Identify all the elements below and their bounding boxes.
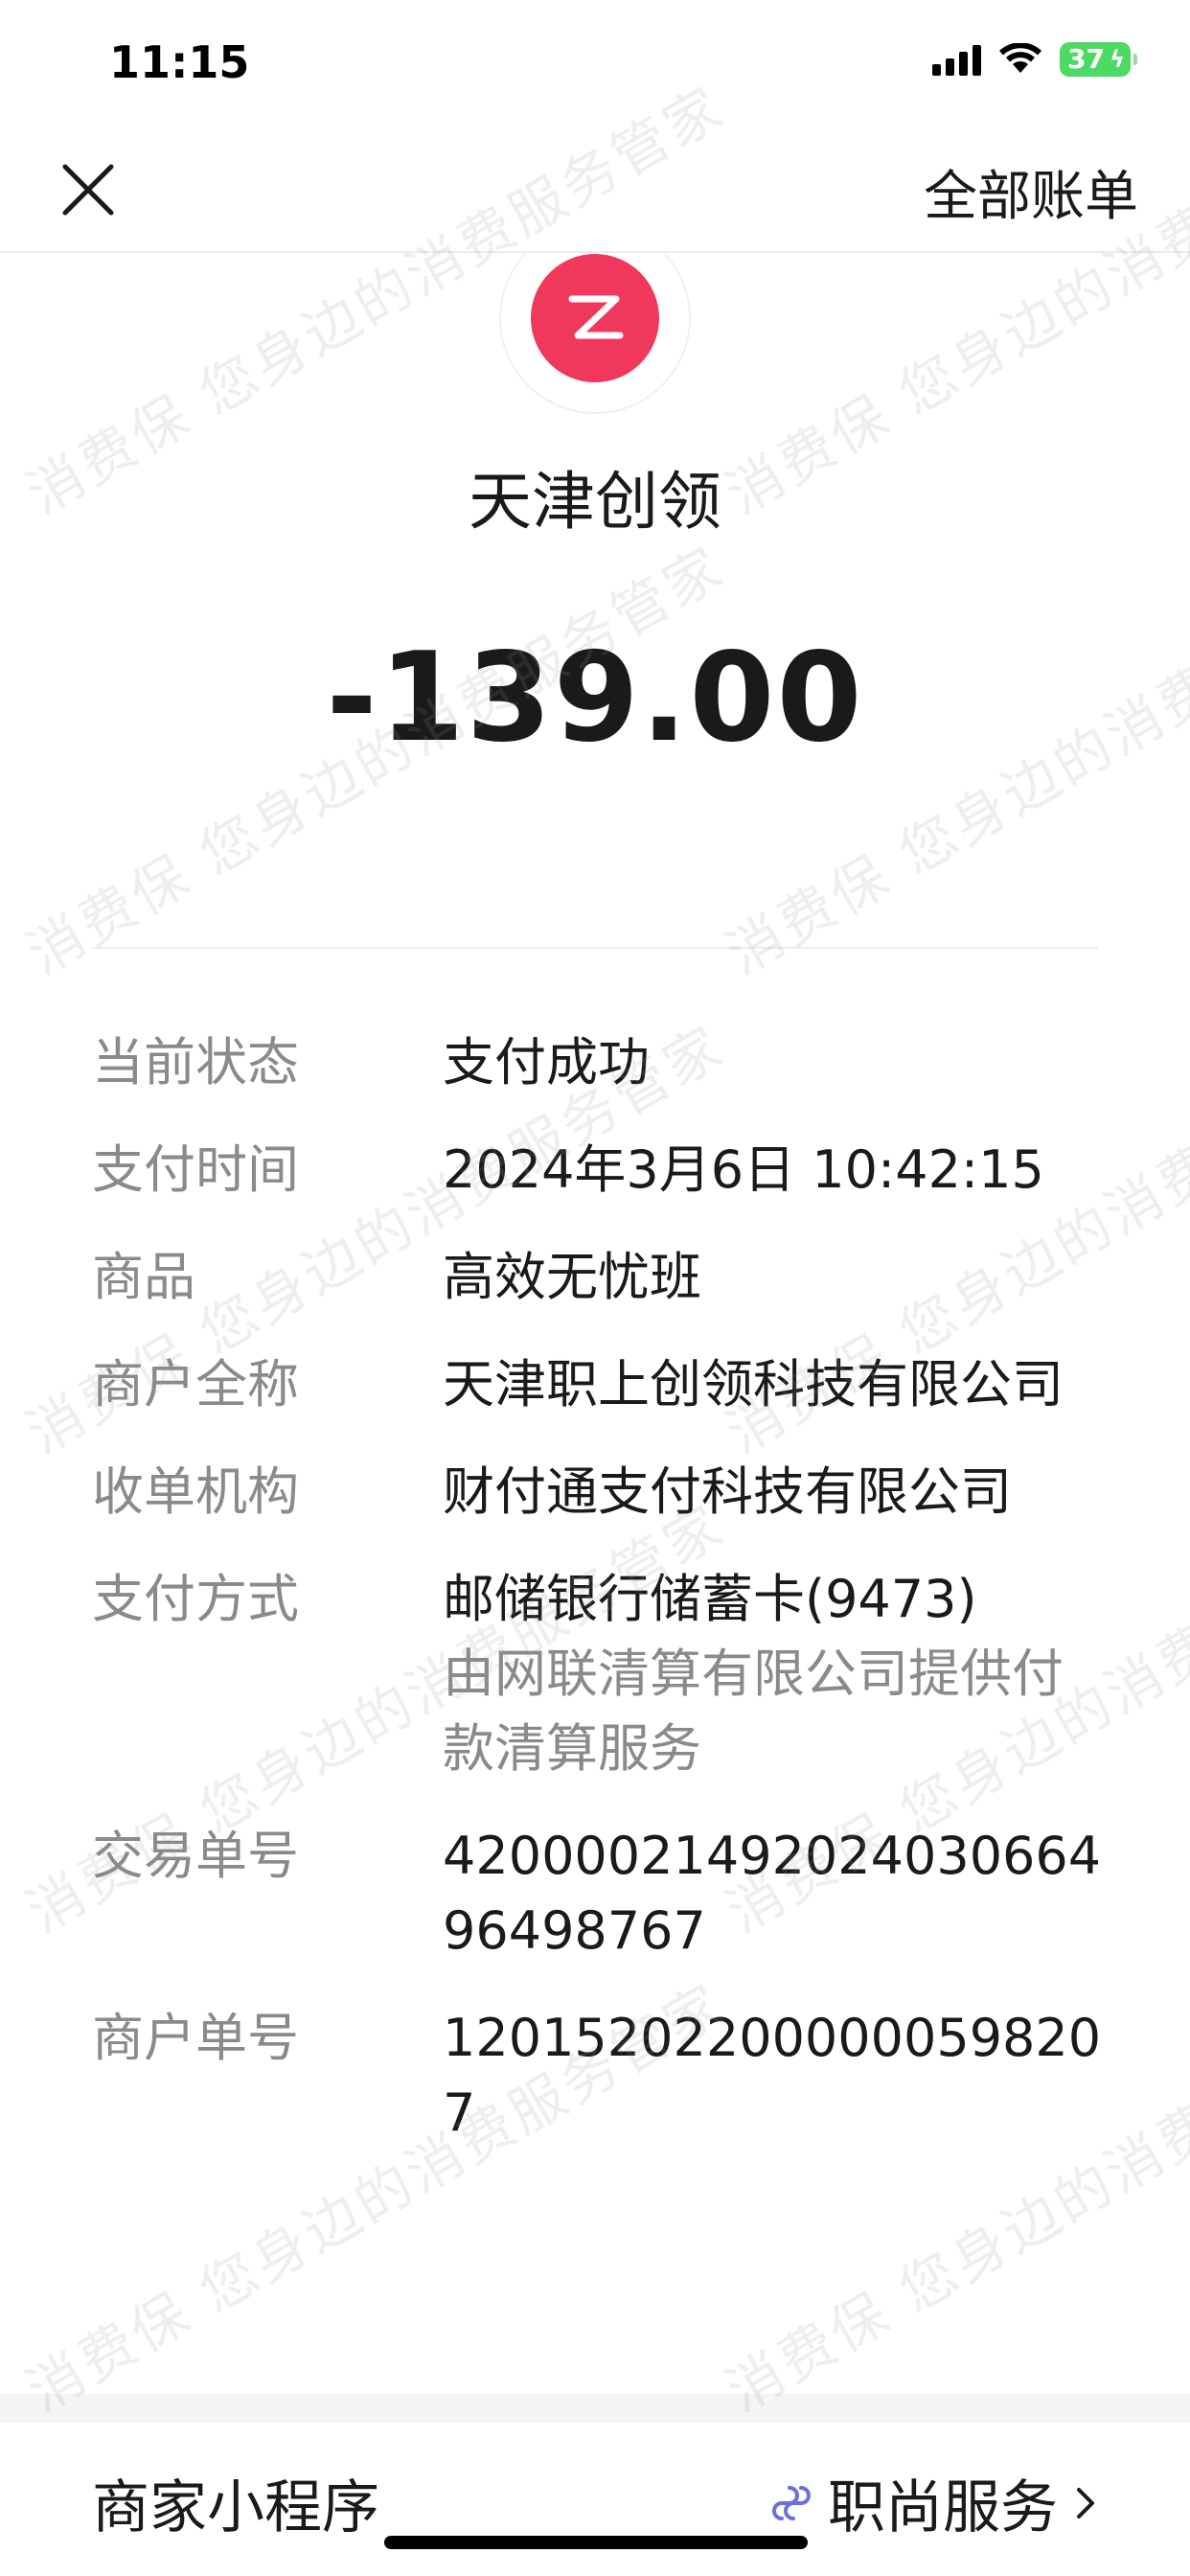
detail-value[interactable]: 4200002149202403066496498767 <box>443 1819 1108 1968</box>
detail-row-merchant-full-name: 商户全称 天津职上创领科技有限公司 <box>92 1347 1108 1422</box>
transaction-amount: -139.00 <box>326 627 864 770</box>
detail-value: 2024年3月6日 10:42:15 <box>443 1139 1044 1200</box>
nav-bar: 全部账单 <box>0 125 1190 253</box>
charging-bolt-icon: ϟ <box>1110 46 1125 73</box>
section-gap <box>0 2394 1190 2423</box>
detail-label: 收单机构 <box>92 1461 299 1522</box>
close-icon[interactable] <box>57 159 119 220</box>
detail-row-product: 商品 高效无忧班 <box>92 1240 1108 1315</box>
detail-row-status: 当前状态 支付成功 <box>92 1025 1108 1100</box>
mini-program-label: 商家小程序 <box>92 2474 379 2542</box>
status-icons: 37 ϟ <box>932 42 1137 77</box>
mini-program-link[interactable]: 职尚服务 <box>768 2461 1100 2544</box>
detail-label: 支付方式 <box>92 1569 299 1629</box>
divider <box>92 947 1098 949</box>
all-bills-link[interactable]: 全部账单 <box>924 153 1138 231</box>
mini-program-link-icon <box>772 2485 811 2520</box>
detail-row-merchant-order-id: 商户单号 12015202200000059820 7 <box>92 2001 1108 2150</box>
status-bar: 11:15 37 ϟ <box>0 0 1190 125</box>
detail-row-payment-method: 支付方式 邮储银行储蓄卡(9473) 由网联清算有限公司提供付款清算服务 <box>92 1562 1108 1786</box>
detail-label: 当前状态 <box>92 1032 299 1092</box>
chevron-right-icon <box>1077 2487 1094 2518</box>
detail-row-pay-time: 支付时间 2024年3月6日 10:42:15 <box>92 1133 1108 1208</box>
merchant-name: 天津创领 <box>469 465 721 539</box>
detail-row-transaction-id: 交易单号 4200002149202403066496498767 <box>92 1819 1108 1968</box>
detail-label: 支付时间 <box>92 1139 299 1200</box>
wifi-icon <box>999 43 1041 73</box>
detail-value-group: 邮储银行储蓄卡(9473) 由网联清算有限公司提供付款清算服务 <box>443 1562 1108 1786</box>
detail-value: 支付成功 <box>443 1032 650 1092</box>
detail-label: 商品 <box>92 1247 195 1307</box>
detail-label: 交易单号 <box>92 1826 299 1886</box>
battery-icon: 37 ϟ <box>1060 42 1137 77</box>
transaction-details: 当前状态 支付成功 支付时间 2024年3月6日 10:42:15 商品 高效无… <box>92 1025 1108 2183</box>
detail-row-acquirer: 收单机构 财付通支付科技有限公司 <box>92 1455 1108 1530</box>
detail-value: 财付通支付科技有限公司 <box>443 1461 1012 1522</box>
home-indicator <box>384 2536 808 2549</box>
detail-value: 天津职上创领科技有限公司 <box>443 1354 1064 1414</box>
detail-value: 高效无忧班 <box>443 1247 701 1307</box>
detail-label: 商户全称 <box>92 1354 299 1414</box>
zhishang-z-logo-icon <box>531 254 659 382</box>
detail-value[interactable]: 12015202200000059820 7 <box>443 2001 1108 2150</box>
merchant-mini-program-row[interactable]: 商家小程序 职尚服务 <box>0 2423 1190 2576</box>
detail-subtext: 由网联清算有限公司提供付款清算服务 <box>443 1644 1064 1779</box>
detail-value: 邮储银行储蓄卡(9473) <box>443 1569 977 1629</box>
mini-program-link-label: 职尚服务 <box>828 2474 1058 2542</box>
detail-label: 商户单号 <box>92 2008 299 2068</box>
status-time: 11:15 <box>109 36 250 88</box>
cellular-signal-icon <box>932 43 981 76</box>
battery-level: 37 <box>1067 43 1105 75</box>
